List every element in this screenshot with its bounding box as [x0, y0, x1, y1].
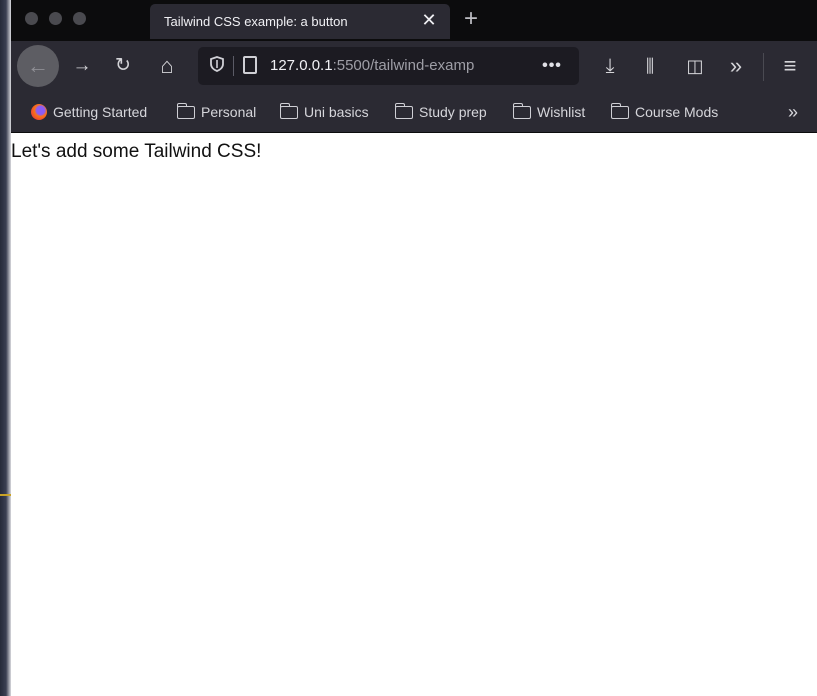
desktop-accent-line	[0, 494, 11, 496]
toolbar-overflow-icon[interactable]: »	[723, 53, 749, 79]
bookmark-course-mods[interactable]: Course Mods	[610, 102, 719, 122]
bookmark-label: Study prep	[419, 104, 487, 120]
bookmark-study-prep[interactable]: Study prep	[394, 102, 487, 122]
tracking-protection-shield-icon[interactable]	[208, 56, 226, 76]
folder-icon	[176, 102, 195, 119]
desktop-edge	[0, 0, 11, 696]
forward-icon[interactable]: →	[69, 53, 95, 79]
nav-toolbar: ← → ↻ ⌂ 127.0.0.1:5500/tailwind-examp ••…	[11, 41, 817, 91]
tab-active[interactable]: Tailwind CSS example: a button ✕	[150, 4, 450, 39]
bookmarks-overflow-icon[interactable]: »	[781, 101, 805, 123]
url-separator	[233, 56, 234, 76]
bookmark-wishlist[interactable]: Wishlist	[512, 102, 586, 122]
toolbar-separator	[763, 53, 764, 81]
url-text[interactable]: 127.0.0.1:5500/tailwind-examp	[270, 57, 522, 74]
folder-icon	[394, 102, 413, 119]
tab-strip: Tailwind CSS example: a button ✕ +	[11, 0, 817, 41]
home-icon[interactable]: ⌂	[154, 53, 180, 79]
window-zoom-dot[interactable]	[73, 12, 86, 25]
new-tab-icon[interactable]: +	[459, 7, 483, 31]
reload-icon[interactable]: ↻	[110, 53, 136, 79]
menu-icon[interactable]: ≡	[777, 53, 803, 79]
page-content: Let's add some Tailwind CSS!	[11, 133, 817, 696]
url-bar[interactable]: 127.0.0.1:5500/tailwind-examp •••	[198, 47, 579, 85]
bookmark-uni-basics[interactable]: Uni basics	[279, 102, 369, 122]
folder-icon	[610, 102, 629, 119]
bookmark-label: Uni basics	[304, 104, 369, 120]
url-host: 127.0.0.1	[270, 57, 333, 74]
bookmark-personal[interactable]: Personal	[176, 102, 257, 122]
bookmark-label: Wishlist	[537, 104, 586, 120]
url-path: :5500/tailwind-examp	[332, 57, 475, 74]
shield-icon	[210, 56, 224, 72]
sidebar-icon[interactable]: ◫	[682, 53, 708, 79]
download-icon[interactable]: ⤓	[597, 53, 623, 79]
folder-icon	[512, 102, 531, 119]
page-info-icon[interactable]	[243, 56, 257, 74]
screen: Tailwind CSS example: a button ✕ + ← → ↻…	[0, 0, 817, 696]
page-text: Let's add some Tailwind CSS!	[11, 141, 262, 162]
bookmark-label: Course Mods	[635, 104, 719, 120]
firefox-icon	[31, 104, 47, 120]
browser-window: Tailwind CSS example: a button ✕ + ← → ↻…	[11, 0, 817, 696]
bookmarks-toolbar: Getting Started Personal Uni basics Stud…	[11, 91, 817, 133]
bookmark-label: Personal	[201, 104, 257, 120]
bookmark-label: Getting Started	[53, 104, 148, 120]
back-button[interactable]: ←	[17, 45, 59, 87]
folder-icon	[279, 102, 298, 119]
bookmark-getting-started[interactable]: Getting Started	[31, 102, 147, 122]
tab-title: Tailwind CSS example: a button	[164, 14, 348, 29]
arrow-left-icon: ←	[27, 53, 49, 78]
library-icon[interactable]: ⫼	[637, 53, 663, 79]
tab-close-icon[interactable]: ✕	[418, 9, 440, 31]
page-actions-icon[interactable]: •••	[538, 55, 566, 77]
window-close-dot[interactable]	[25, 12, 38, 25]
window-minimize-dot[interactable]	[49, 12, 62, 25]
